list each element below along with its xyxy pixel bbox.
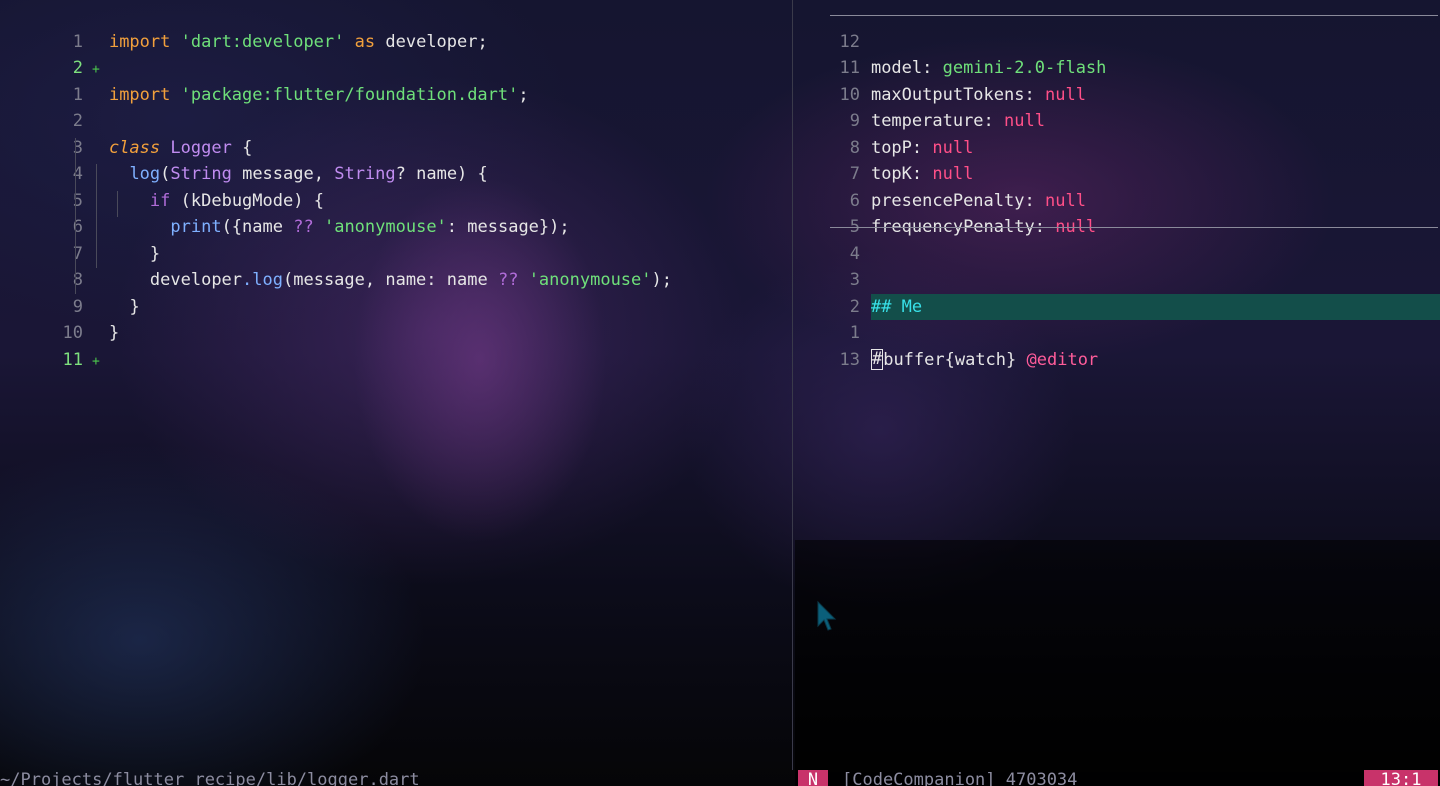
setting-line[interactable]: 5 frequencyPenalty: null bbox=[795, 188, 1440, 237]
prompt-variable: buffer{watch} bbox=[883, 349, 1017, 370]
setting-line[interactable]: 7 topK: null bbox=[795, 135, 1440, 184]
cursor-position: 13:1 bbox=[1364, 770, 1438, 786]
code-line[interactable]: 2 + bbox=[0, 29, 792, 78]
code-line[interactable]: 9 } bbox=[0, 267, 792, 317]
code-line[interactable]: 1 import 'dart:developer' as developer; bbox=[0, 2, 792, 52]
code-line[interactable]: 8 developer.log(message, name: name ?? '… bbox=[0, 241, 792, 290]
line-number: 11 bbox=[62, 349, 83, 370]
setting-line[interactable]: 6 presencePenalty: null bbox=[795, 161, 1440, 211]
code-line[interactable]: 11 + bbox=[0, 320, 792, 370]
status-bar: ~/Projects/flutter_recipe/lib/logger.dar… bbox=[0, 770, 1440, 786]
mouse-pointer-icon bbox=[817, 600, 837, 631]
code-line[interactable]: 2 bbox=[0, 82, 792, 131]
horizontal-rule bbox=[830, 227, 1438, 228]
code-line[interactable]: 7 } bbox=[0, 214, 792, 264]
pane-divider[interactable] bbox=[792, 0, 793, 770]
mode-indicator: N bbox=[798, 770, 828, 786]
file-path: ~/Projects/flutter_recipe/lib/logger.dar… bbox=[0, 770, 420, 786]
indent-guide bbox=[75, 138, 76, 294]
code-line[interactable]: 6 print({name ?? 'anonymouse': message})… bbox=[0, 188, 792, 237]
code-line[interactable]: 4 log(String message, String? name) { bbox=[0, 135, 792, 184]
git-added-sign: + bbox=[92, 353, 100, 369]
chat-heading-line[interactable]: 2 ## Me bbox=[795, 267, 1440, 320]
setting-line[interactable]: 9 temperature: null bbox=[795, 82, 1440, 131]
setting-line[interactable]: 11 model: gemini-2.0-flash bbox=[795, 29, 1440, 78]
chat-line[interactable]: 4 bbox=[795, 214, 1440, 264]
buffer-name: [CodeCompanion] 4703034 bbox=[842, 770, 1078, 786]
text-cursor: # bbox=[870, 349, 884, 370]
indent-guide bbox=[117, 191, 118, 217]
chat-line[interactable]: 3 bbox=[795, 241, 1440, 290]
chat-line[interactable]: 12 bbox=[795, 2, 1440, 52]
codecompanion-chat-pane[interactable]: 12 11 model: gemini-2.0-flash 10 maxOutput… bbox=[795, 2, 1440, 370]
code-line[interactable]: 1 import 'package:flutter/foundation.dart… bbox=[0, 55, 792, 105]
chat-prompt-line[interactable]: 13 #buffer{watch} @editor bbox=[795, 320, 1440, 370]
chat-line[interactable]: 1 bbox=[795, 294, 1440, 343]
setting-line[interactable]: 10 maxOutputTokens: null bbox=[795, 55, 1440, 105]
code-editor-pane[interactable]: 1 import 'dart:developer' as developer; 2… bbox=[0, 2, 792, 370]
horizontal-rule bbox=[830, 15, 1438, 16]
line-number: 13 bbox=[839, 349, 860, 370]
background-shade bbox=[795, 540, 1440, 786]
prompt-agent-mention: @editor bbox=[1026, 349, 1099, 370]
code-line[interactable]: 10} bbox=[0, 294, 792, 343]
indent-guide bbox=[96, 164, 97, 268]
code-line[interactable]: 5 if (kDebugMode) { bbox=[0, 161, 792, 211]
code-line[interactable]: 3 class Logger { bbox=[0, 108, 792, 158]
setting-line[interactable]: 8 topP: null bbox=[795, 108, 1440, 158]
